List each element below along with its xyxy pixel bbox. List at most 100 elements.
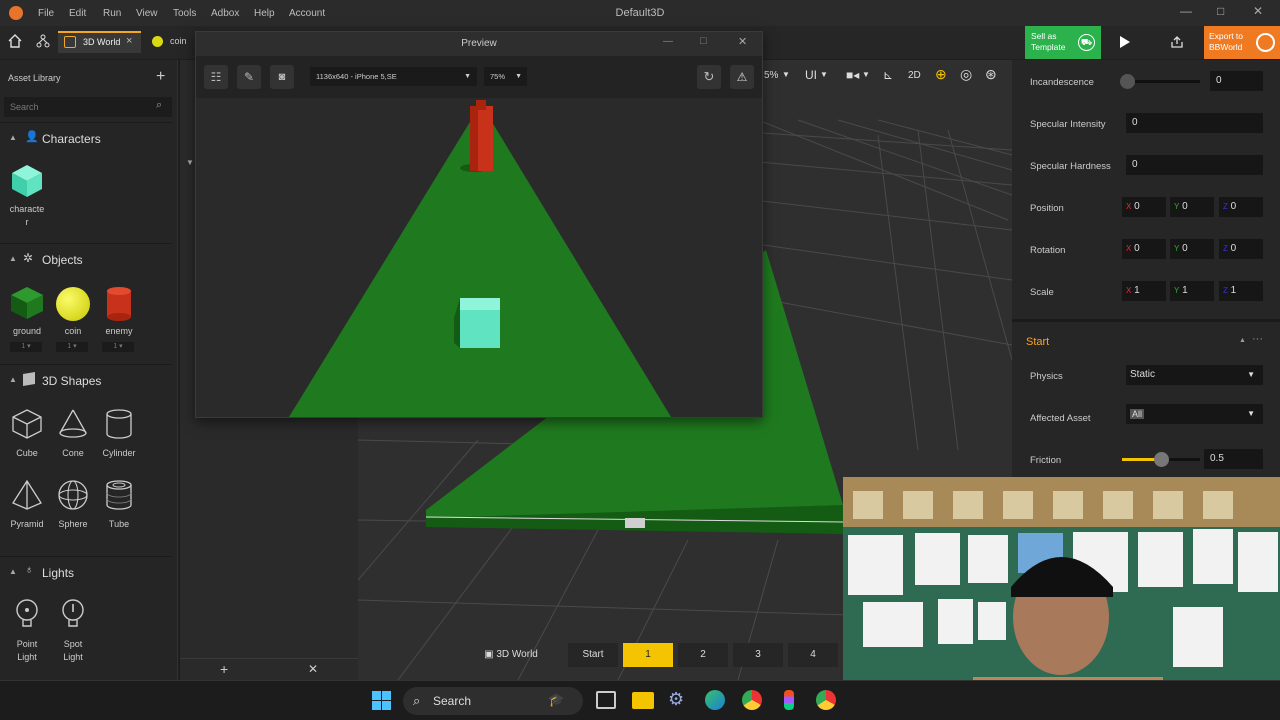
asset-search-input[interactable]: Search ⌕ [4, 97, 172, 117]
light-spot[interactable] [61, 599, 85, 629]
orbit-icon[interactable]: ◎ [960, 66, 972, 83]
ui-toggle[interactable]: UI [805, 68, 817, 82]
rotation-x-field[interactable]: X 0 [1122, 239, 1166, 259]
start-icon[interactable] [372, 691, 391, 710]
settings-app-icon[interactable]: ⚙ [668, 689, 684, 710]
tab-3d-world[interactable]: 3D World × [58, 31, 141, 53]
asset-character[interactable] [8, 163, 48, 225]
scene-tab-start[interactable]: Start [568, 643, 618, 667]
shape-cylinder[interactable] [103, 408, 135, 440]
delete-icon[interactable]: ✕ [308, 662, 318, 676]
shape-cube[interactable] [11, 408, 43, 440]
close-icon[interactable]: ✕ [738, 35, 747, 48]
debug-button[interactable]: ☷ [204, 65, 228, 89]
position-x-field[interactable]: X 0 [1122, 197, 1166, 217]
zoom-dropdown-icon[interactable]: ▼ [782, 70, 790, 79]
scene-tab-3[interactable]: 3 [733, 643, 783, 667]
position-y-field[interactable]: Y 0 [1170, 197, 1214, 217]
play-icon[interactable] [1120, 36, 1130, 48]
section-lights-header[interactable]: ▲ ♁ Lights [0, 556, 172, 586]
shape-sphere[interactable] [57, 479, 89, 511]
scene-world-tab[interactable]: ▣ 3D World [476, 643, 546, 667]
task-view-icon[interactable] [596, 691, 616, 709]
shape-pyramid[interactable] [11, 479, 43, 511]
file-explorer-icon[interactable] [632, 692, 654, 709]
export-to-bbworld-button[interactable]: Export to BBWorld [1204, 26, 1280, 59]
specular-intensity-field[interactable]: 0 [1126, 113, 1263, 133]
figma-icon[interactable] [784, 690, 794, 710]
menu-tools[interactable]: Tools [173, 8, 196, 19]
friction-slider[interactable] [1122, 452, 1200, 467]
position-z-field[interactable]: Z 0 [1219, 197, 1263, 217]
menu-help[interactable]: Help [254, 8, 275, 19]
sell-as-template-button[interactable]: Sell as Template ⛟ [1025, 26, 1101, 59]
preview-titlebar[interactable]: Preview — □ ✕ [196, 32, 762, 56]
incandescence-field[interactable]: 0 [1210, 71, 1263, 91]
scene-tab-2[interactable]: 2 [678, 643, 728, 667]
affected-asset-select[interactable]: All ▼ [1126, 404, 1263, 424]
section-collapse-icon[interactable]: ▲ [1239, 337, 1246, 344]
screenshot-button[interactable]: ◙ [270, 65, 294, 89]
menu-adbox[interactable]: Adbox [211, 8, 239, 19]
maximize-icon[interactable]: □ [700, 35, 707, 47]
tab-close-icon[interactable]: × [126, 35, 132, 47]
physics-select[interactable]: Static ▼ [1126, 365, 1263, 385]
asset-ground[interactable] [6, 285, 48, 325]
menu-account[interactable]: Account [289, 8, 325, 19]
mode-2d-button[interactable]: 2D [908, 70, 921, 81]
zoom-readout[interactable]: 5% [764, 70, 778, 81]
reload-button[interactable]: ↻ [697, 65, 721, 89]
scale-z-field[interactable]: Z 1 [1219, 281, 1263, 301]
add-icon[interactable]: + [220, 661, 228, 677]
shape-tube[interactable] [103, 479, 135, 511]
minimize-icon[interactable]: — [663, 36, 673, 47]
rotation-y-field[interactable]: Y 0 [1170, 239, 1214, 259]
section-objects-header[interactable]: ▲ ✲ Objects [0, 243, 172, 273]
camera-dropdown-icon[interactable]: ▼ [862, 70, 870, 79]
section-shapes-header[interactable]: ▲ 3D Shapes [0, 364, 172, 394]
maximize-icon[interactable]: □ [1217, 4, 1224, 18]
hierarchy-icon[interactable] [36, 34, 50, 48]
shape-cone[interactable] [57, 408, 89, 440]
taskbar-search[interactable]: ⌕ Search 🎓 [403, 687, 583, 715]
settings-icon[interactable]: ⊛ [985, 66, 997, 83]
scale-x-field[interactable]: X 1 [1122, 281, 1166, 301]
minimize-icon[interactable]: — [1180, 4, 1192, 18]
rotation-z-field[interactable]: Z 0 [1219, 239, 1263, 259]
chrome-profile-icon[interactable] [816, 690, 836, 710]
add-asset-icon[interactable]: + [156, 68, 165, 86]
scene-tab-1[interactable]: 1 [623, 643, 673, 667]
pin-button[interactable]: ✎ [237, 65, 261, 89]
slider-knob[interactable] [1154, 452, 1169, 467]
globe-icon[interactable]: ⊕ [935, 66, 947, 83]
chrome-icon[interactable] [742, 690, 762, 710]
asset-coin[interactable] [56, 287, 90, 321]
scale-y-field[interactable]: Y 1 [1170, 281, 1214, 301]
device-select[interactable]: 1136x640 - iPhone 5,SE ▼ [310, 67, 477, 86]
asset-enemy[interactable] [106, 286, 132, 322]
preview-window[interactable]: Preview — □ ✕ ☷ ✎ ◙ 1136x640 - iPhone 5,… [195, 31, 763, 418]
friction-field[interactable]: 0.5 [1204, 449, 1263, 469]
light-point[interactable] [15, 599, 39, 629]
slider-knob[interactable] [1120, 74, 1135, 89]
incandescence-slider[interactable] [1120, 74, 1200, 89]
tab-coin[interactable]: coin [146, 31, 196, 53]
section-more-icon[interactable]: ··· [1252, 333, 1263, 345]
warning-button[interactable]: ⚠ [730, 65, 754, 89]
menu-file[interactable]: File [38, 8, 54, 19]
scene-tab-4[interactable]: 4 [788, 643, 838, 667]
ui-dropdown-icon[interactable]: ▼ [820, 70, 828, 79]
instance-count-coin[interactable]: 1 ▾ [56, 342, 88, 352]
instance-count-enemy[interactable]: 1 ▾ [102, 342, 134, 352]
menu-edit[interactable]: Edit [69, 8, 86, 19]
close-icon[interactable]: ✕ [1253, 4, 1263, 18]
camera-icon[interactable]: ■◂ [846, 68, 859, 82]
instance-count-ground[interactable]: 1 ▾ [10, 342, 42, 352]
transform-axes-icon[interactable]: ⊾ [883, 68, 893, 82]
specular-hardness-field[interactable]: 0 [1126, 155, 1263, 175]
collapse-arrow-icon[interactable]: ▼ [186, 158, 194, 167]
zoom-select[interactable]: 75% ▼ [484, 67, 527, 86]
home-icon[interactable] [8, 34, 22, 48]
edge-icon[interactable] [705, 690, 725, 710]
share-icon[interactable] [1170, 35, 1184, 49]
